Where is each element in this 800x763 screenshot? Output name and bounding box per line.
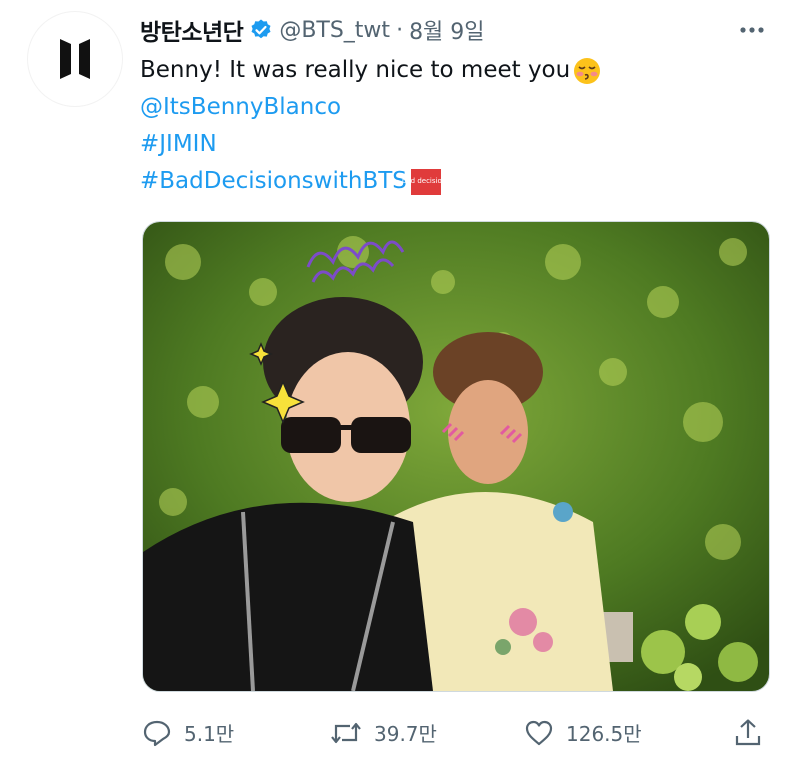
tweet-header: 방탄소년단 @BTS_twt · 8월 9일 (140, 12, 780, 48)
share-icon (735, 719, 761, 746)
tweet-date[interactable]: 8월 9일 (409, 14, 484, 46)
bad-decisions-badge: bad decisions (402, 168, 450, 195)
mention-link[interactable]: @ItsBennyBlanco (140, 89, 341, 126)
retweet-button[interactable]: 39.7만 (330, 718, 437, 747)
heart-icon (525, 720, 553, 745)
text-line-hashtag2: #BadDecisionswithBTS bad decisions (140, 163, 602, 200)
text-line-mention: @ItsBennyBlanco (140, 89, 602, 126)
reply-button[interactable]: 5.1만 (142, 718, 234, 747)
tweet-text: Benny! It was really nice to meet you @I… (140, 52, 602, 200)
text-line-main: Benny! It was really nice to meet you (140, 52, 602, 89)
retweet-count: 39.7만 (374, 722, 437, 746)
kissing-face-icon (572, 56, 602, 86)
retweet-icon (331, 722, 361, 743)
hashtag-link-baddecisions[interactable]: #BadDecisionswithBTS (140, 163, 407, 200)
hashtag-link-jimin[interactable]: #JIMIN (140, 126, 217, 163)
display-name[interactable]: 방탄소년단 (140, 13, 244, 47)
text-line-hashtag1: #JIMIN (140, 126, 602, 163)
reply-count: 5.1만 (184, 722, 235, 746)
bts-logo-icon (60, 39, 90, 79)
reply-icon (143, 720, 171, 746)
like-count: 126.5만 (566, 722, 642, 746)
action-bar: 5.1만 39.7만 126.5만 (140, 710, 780, 754)
more-options-icon[interactable] (734, 14, 770, 46)
tweet-photo[interactable] (142, 221, 770, 692)
share-button[interactable] (734, 718, 762, 748)
handle[interactable]: @BTS_twt (279, 18, 390, 43)
separator-dot: · (396, 17, 404, 43)
like-button[interactable]: 126.5만 (524, 718, 642, 747)
tweet-main-text: Benny! It was really nice to meet you (140, 57, 571, 83)
avatar[interactable] (28, 12, 122, 106)
verified-badge-icon (249, 18, 273, 42)
